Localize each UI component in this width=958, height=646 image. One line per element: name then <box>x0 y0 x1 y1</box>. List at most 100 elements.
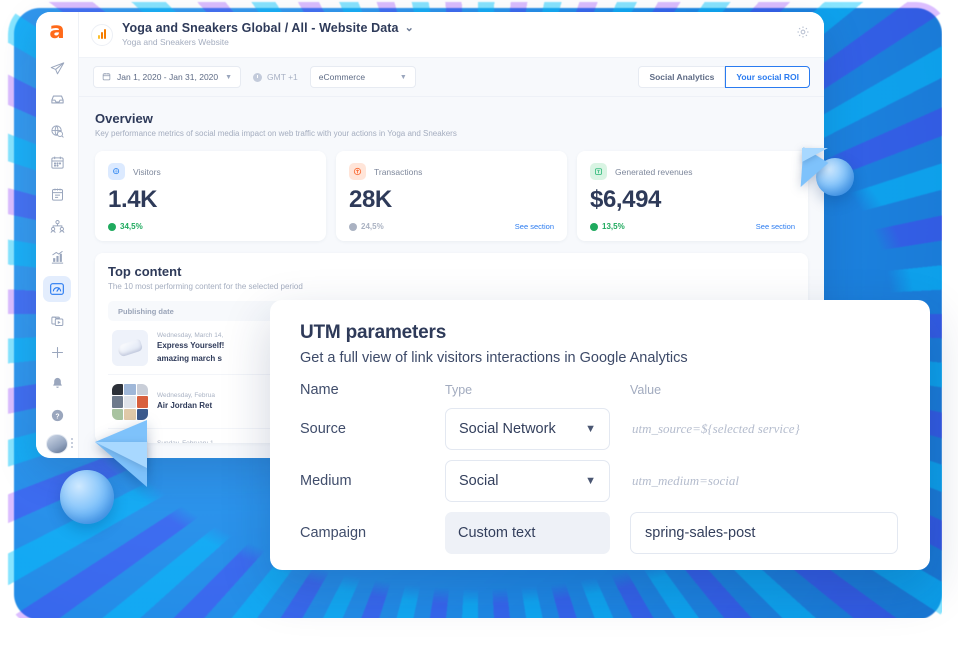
see-section-link[interactable]: See section <box>756 222 795 231</box>
kpi-delta-value: 34,5% <box>120 222 143 231</box>
kpi-delta: 13,5% <box>590 222 625 231</box>
source-type-value: Social Network <box>459 421 556 437</box>
sneaker-tile <box>112 384 124 396</box>
brand-logo[interactable]: a <box>44 20 70 44</box>
sneaker-tile <box>112 396 124 408</box>
timezone-display: GMT +1 <box>249 72 302 82</box>
sneaker-tile <box>136 384 148 396</box>
decorative-white-bleed-bottom <box>0 618 958 646</box>
decorative-cursor-right-highlight <box>802 148 828 162</box>
sneaker-tile <box>124 384 136 396</box>
sidebar-item-inbox[interactable] <box>43 87 71 113</box>
sidebar-item-reports[interactable] <box>43 245 71 271</box>
calendar-icon <box>50 155 65 170</box>
utm-row-source: Source Social Network ▼ utm_source=${sel… <box>300 408 900 450</box>
page-subtitle: Key performance metrics of social media … <box>95 129 457 138</box>
property-title-text: Yoga and Sneakers Global / All - Website… <box>122 20 399 35</box>
utm-grid: Name Type Value Source Social Network ▼ … <box>300 382 900 554</box>
sneaker-tile <box>136 408 148 420</box>
date-range-value: Jan 1, 2020 - Jan 31, 2020 <box>117 72 219 82</box>
source-type-select[interactable]: Social Network ▼ <box>445 408 610 450</box>
revenue-icon <box>590 163 607 180</box>
sidebar-item-tasks[interactable] <box>43 182 71 208</box>
kpi-head: Visitors <box>108 163 313 180</box>
gear-icon[interactable] <box>796 25 810 44</box>
utm-title: UTM parameters <box>300 322 447 343</box>
kpi-card-transactions: Transactions 28K 24,5% See section <box>336 151 567 241</box>
sidebar-item-dashboard[interactable] <box>43 276 71 302</box>
property-block: Yoga and Sneakers Global / All - Website… <box>122 20 414 48</box>
content-meta: Wednesday, March 14, Express Yourself! a… <box>157 332 224 365</box>
tab-social-analytics[interactable]: Social Analytics <box>638 66 726 88</box>
sneaker-tile <box>124 408 136 420</box>
content-thumbnail-grid <box>112 384 148 420</box>
speedometer-icon <box>49 281 65 297</box>
utm-type-cell: Social Network ▼ <box>445 408 630 450</box>
sidebar-item-media[interactable] <box>43 308 71 334</box>
kpi-foot: 13,5% See section <box>590 222 795 231</box>
trend-up-icon <box>108 222 116 231</box>
property-title[interactable]: Yoga and Sneakers Global / All - Website… <box>122 20 414 36</box>
chevron-down-icon: ⌄ <box>404 22 414 35</box>
kpi-foot: 34,5% <box>108 222 313 231</box>
utm-value-cell: utm_source=${selected service} <box>630 420 900 438</box>
kpi-label: Visitors <box>133 166 161 177</box>
calendar-small-icon <box>102 72 111 83</box>
utm-row-medium: Medium Social ▼ utm_medium=social <box>300 460 900 502</box>
utm-row-campaign: Campaign Custom text spring-sales-post <box>300 512 900 554</box>
see-section-link[interactable]: See section <box>515 222 554 231</box>
date-range-picker[interactable]: Jan 1, 2020 - Jan 31, 2020 ▼ <box>93 66 241 88</box>
screenshot-stage: a ? Yoga and Sneakers Global / All - Web… <box>0 0 958 646</box>
trend-flat-icon <box>349 222 357 231</box>
utm-value-cell: spring-sales-post <box>630 512 900 554</box>
utm-name-medium: Medium <box>300 473 352 489</box>
property-subtitle: Yoga and Sneakers Website <box>122 37 229 48</box>
top-content-title: Top content <box>108 264 182 279</box>
sidebar: a ? <box>36 12 79 458</box>
bar-chart-icon <box>50 250 65 265</box>
view-tabs: Social Analytics Your social ROI <box>638 66 810 88</box>
app-topbar: Yoga and Sneakers Global / All - Website… <box>79 12 824 58</box>
sidebar-item-listening[interactable] <box>43 119 71 145</box>
content-meta: Sunday, February 1 The Jetsons M Reebok … <box>157 440 214 443</box>
chevron-down-icon: ▼ <box>225 73 232 81</box>
kpi-card-revenues: Generated revenues $6,494 13,5% See sect… <box>577 151 808 241</box>
utm-value-cell: utm_medium=social <box>630 472 900 490</box>
sidebar-item-publish[interactable] <box>43 56 71 82</box>
trend-up-icon <box>590 222 598 231</box>
sidebar-item-calendar[interactable] <box>43 150 71 176</box>
tab-your-social-roi[interactable]: Your social ROI <box>725 66 810 88</box>
utm-type-cell: Social ▼ <box>445 460 630 502</box>
sidebar-item-create[interactable] <box>43 339 71 365</box>
sneaker-shape <box>116 338 144 358</box>
visitors-icon <box>108 163 125 180</box>
transactions-icon <box>349 163 366 180</box>
kpi-head: Transactions <box>349 163 554 180</box>
medium-type-select[interactable]: Social ▼ <box>445 460 610 502</box>
row-date: Wednesday, Februa <box>157 392 215 400</box>
kpi-label: Generated revenues <box>615 166 693 177</box>
decorative-cursor-left-highlight <box>95 442 147 468</box>
row-title-line1: Express Yourself! <box>157 340 225 350</box>
kpi-foot: 24,5% See section <box>349 222 554 231</box>
content-thumbnail <box>112 330 148 366</box>
clock-icon <box>253 72 262 82</box>
filter-bar: Jan 1, 2020 - Jan 31, 2020 ▼ GMT +1 eCom… <box>79 58 824 97</box>
avatar[interactable] <box>46 433 73 455</box>
sidebar-item-notifications[interactable] <box>43 371 71 397</box>
row-title-line2: amazing march s <box>157 353 222 363</box>
sidebar-item-team[interactable] <box>43 213 71 239</box>
sidebar-item-help[interactable]: ? <box>43 402 71 428</box>
kpi-value: 28K <box>349 186 392 213</box>
kpi-row: Visitors 1.4K 34,5% Transactions 28K 24,… <box>95 151 808 241</box>
view-select[interactable]: eCommerce ▼ <box>309 66 416 88</box>
content-meta: Wednesday, Februa Air Jordan Ret <box>157 392 215 412</box>
row-date: Sunday, February 1 <box>157 440 214 443</box>
campaign-value-input[interactable]: spring-sales-post <box>630 512 898 554</box>
sneaker-tile <box>112 408 124 420</box>
kpi-card-visitors: Visitors 1.4K 34,5% <box>95 151 326 241</box>
svg-text:?: ? <box>55 413 59 420</box>
row-title-line1: Air Jordan Ret <box>157 401 213 411</box>
kpi-value: 1.4K <box>108 186 158 213</box>
view-value: eCommerce <box>318 72 366 82</box>
